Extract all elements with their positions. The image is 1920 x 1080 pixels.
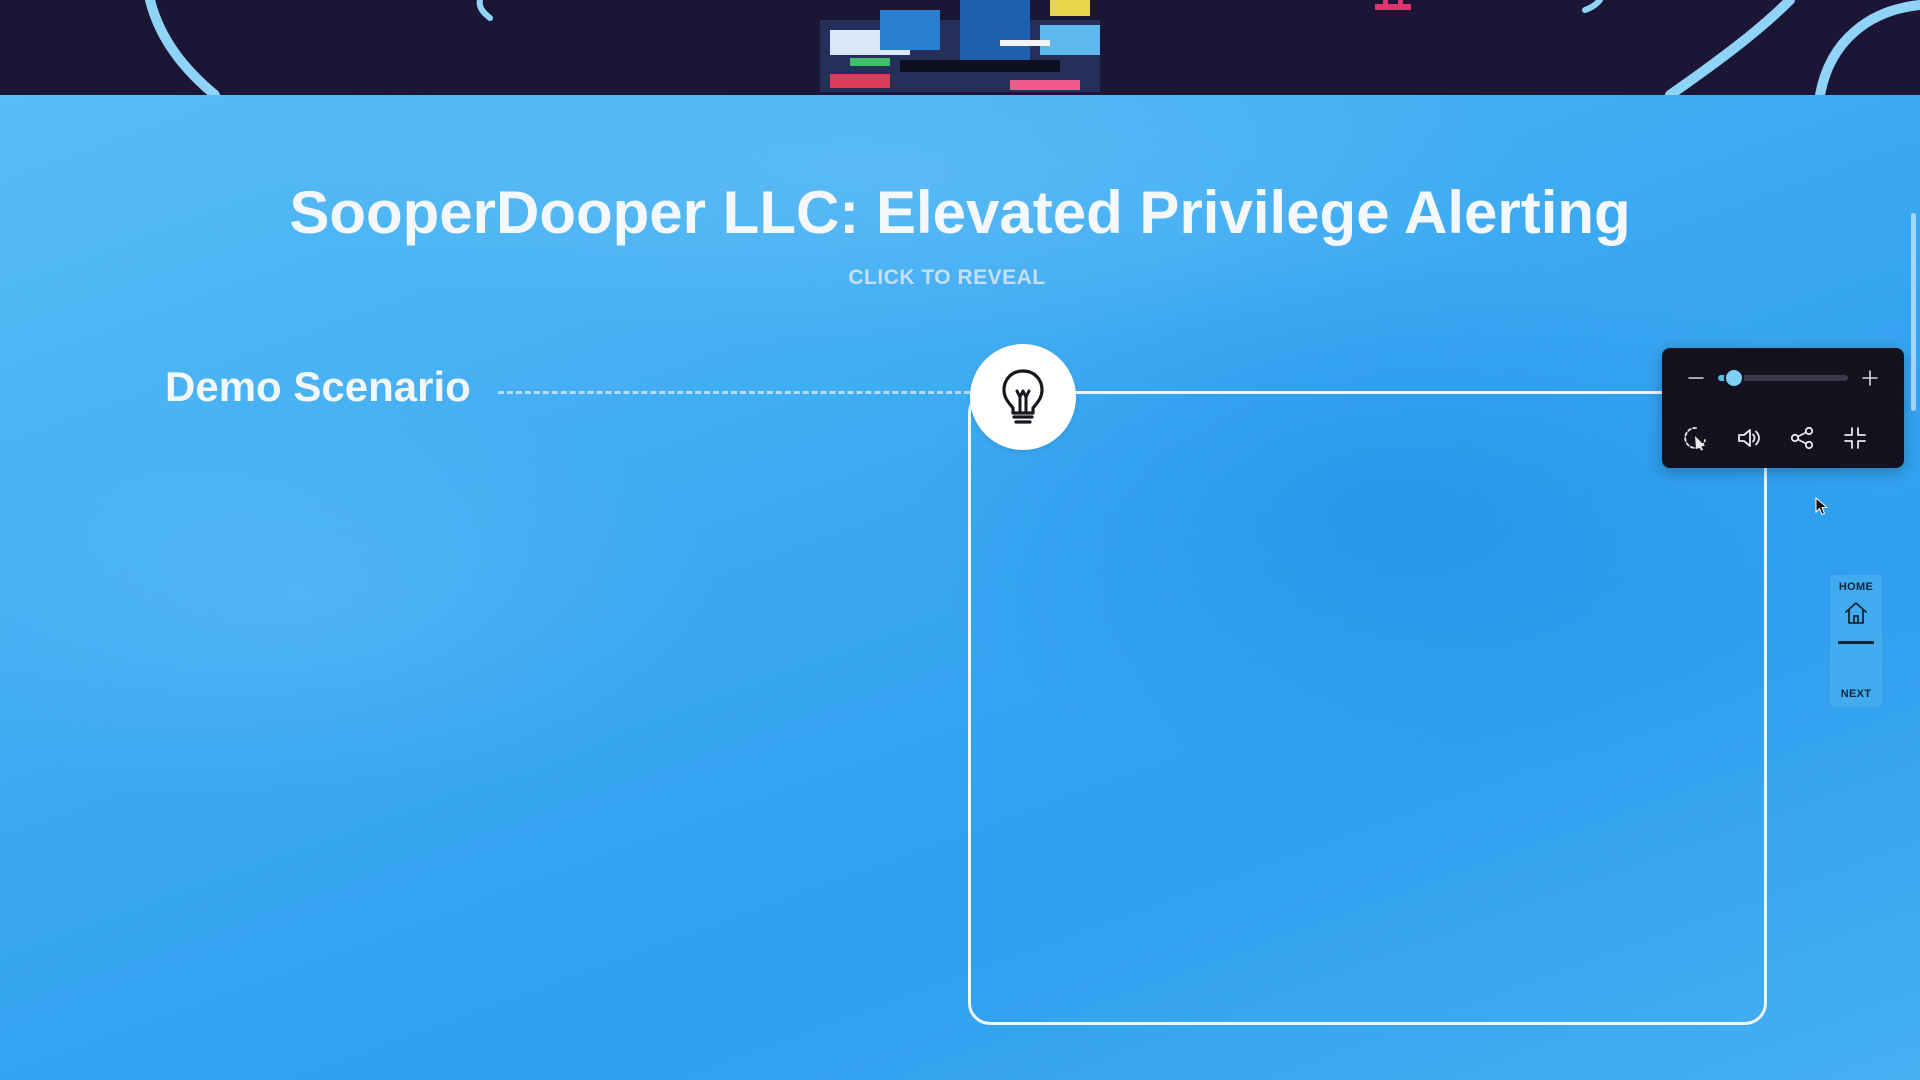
scrollbar[interactable] bbox=[1911, 213, 1916, 411]
zoom-slider-handle[interactable] bbox=[1725, 370, 1742, 386]
exit-fullscreen-button[interactable] bbox=[1839, 422, 1871, 454]
home-icon bbox=[1845, 602, 1867, 624]
autoplay-button[interactable] bbox=[1680, 422, 1712, 454]
plus-icon bbox=[1862, 370, 1878, 386]
home-label: HOME bbox=[1838, 581, 1874, 593]
banner-graphic bbox=[145, 0, 1920, 95]
zoom-slider[interactable] bbox=[1718, 370, 1848, 386]
mouse-pointer-icon bbox=[1815, 497, 1829, 516]
collapse-icon bbox=[1844, 427, 1866, 449]
share-button[interactable] bbox=[1786, 422, 1818, 454]
presentation-viewer: SooperDooper LLC: Elevated Privilege Ale… bbox=[0, 0, 1920, 1080]
speaker-icon bbox=[1738, 429, 1760, 447]
topic-marker[interactable] bbox=[970, 344, 1076, 450]
audio-button[interactable] bbox=[1733, 422, 1765, 454]
top-banner-artwork bbox=[0, 0, 1920, 95]
content-frame[interactable] bbox=[968, 391, 1767, 1025]
lightbulb-icon bbox=[1002, 369, 1044, 424]
player-control-panel bbox=[1662, 348, 1904, 468]
page-title: SooperDooper LLC: Elevated Privilege Ale… bbox=[289, 179, 1631, 246]
click-to-reveal-button[interactable]: CLICK TO REVEAL bbox=[800, 266, 1094, 296]
home-button[interactable] bbox=[1840, 597, 1872, 629]
zoom-out-button[interactable] bbox=[1680, 362, 1712, 394]
nav-progress-indicator bbox=[1838, 641, 1874, 644]
share-icon bbox=[1790, 426, 1814, 450]
slide-navigation: HOME NEXT bbox=[1830, 575, 1882, 707]
zoom-in-button[interactable] bbox=[1854, 362, 1886, 394]
connector-dashed-line bbox=[498, 391, 970, 394]
cursor-loop-icon bbox=[1684, 427, 1706, 451]
minus-icon bbox=[1688, 377, 1704, 379]
demo-scenario-label: Demo Scenario bbox=[165, 363, 471, 410]
next-label: NEXT bbox=[1840, 688, 1872, 700]
